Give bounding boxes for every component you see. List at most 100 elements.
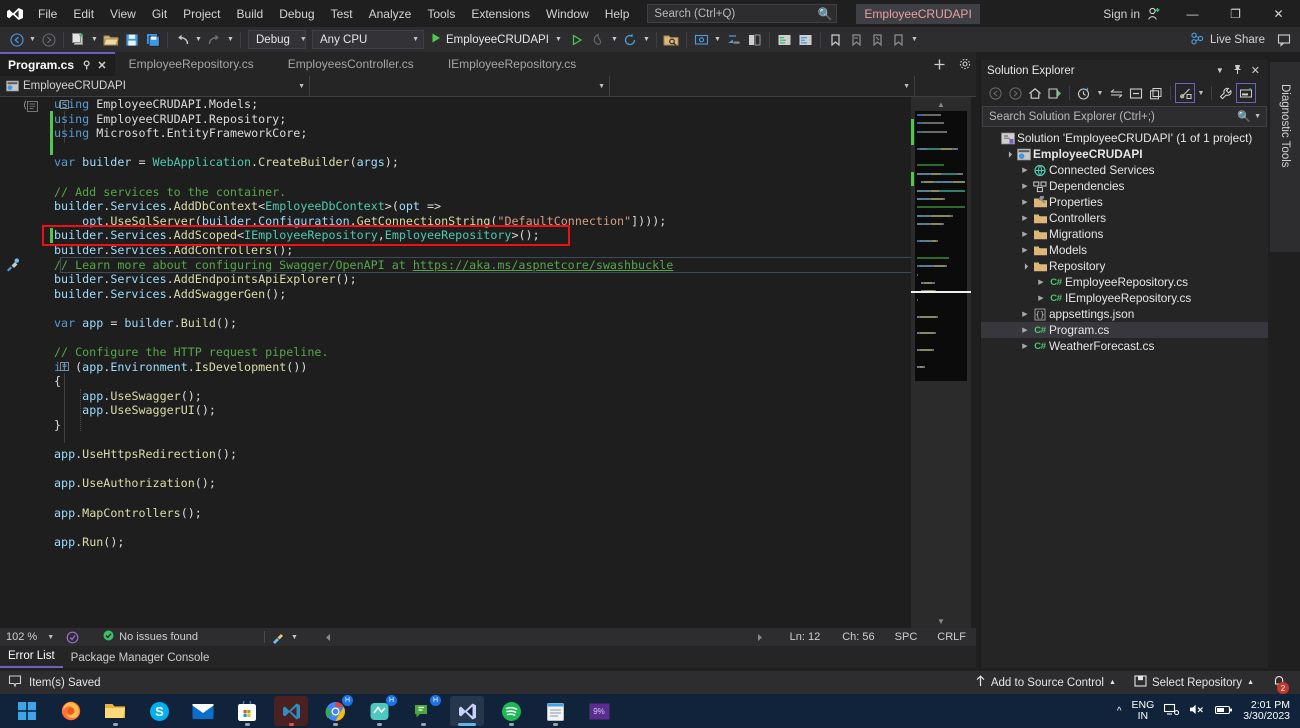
menu-build[interactable]: Build: [229, 2, 272, 26]
tree-node-program-cs[interactable]: ▶ C# Program.cs: [981, 322, 1268, 338]
navbar-member-combo[interactable]: ▼: [610, 76, 915, 96]
intellicode-status-icon[interactable]: [60, 628, 85, 646]
hot-reload-dropdown-icon[interactable]: ▼: [609, 36, 620, 43]
chrome-icon[interactable]: H: [318, 695, 353, 726]
solution-tree[interactable]: Solution 'EmployeeCRUDAPI' (1 of 1 proje…: [981, 127, 1268, 354]
window-minimize-button[interactable]: —: [1171, 0, 1214, 27]
chevron-right-icon[interactable]: ▶: [1019, 198, 1031, 206]
view-properties-icon[interactable]: [1175, 83, 1195, 103]
tree-node-weatherforecast-cs[interactable]: ▶ C# WeatherForecast.cs: [981, 338, 1268, 354]
undo-dropdown-icon[interactable]: ▼: [193, 36, 204, 43]
diagnostic-tools-tab[interactable]: Diagnostic Tools: [1270, 62, 1300, 252]
redo-icon[interactable]: [204, 29, 225, 50]
save-all-icon[interactable]: [142, 29, 163, 50]
add-tab-icon[interactable]: [924, 58, 954, 71]
chevron-down-icon[interactable]: ◢: [1002, 147, 1015, 160]
tree-node-controllers[interactable]: ▶ Controllers: [981, 210, 1268, 226]
add-to-source-control-button[interactable]: Add to Source Control ▲: [969, 671, 1122, 694]
app-icon[interactable]: 9%: [582, 696, 616, 726]
nav-back-icon[interactable]: [985, 83, 1005, 103]
undo-icon[interactable]: [172, 29, 193, 50]
pending-changes-dropdown-icon[interactable]: ▼: [1094, 83, 1106, 103]
nav-forward-icon[interactable]: [1005, 83, 1025, 103]
vscode-icon[interactable]: [274, 696, 308, 726]
menu-debug[interactable]: Debug: [271, 2, 322, 26]
chevron-right-icon[interactable]: ▶: [1019, 182, 1031, 190]
network-icon[interactable]: [1164, 703, 1180, 719]
teams-personal-icon[interactable]: H: [362, 695, 397, 726]
menu-window[interactable]: Window: [538, 2, 597, 26]
firefox-icon[interactable]: [54, 696, 88, 726]
skype-icon[interactable]: S: [142, 696, 176, 726]
live-preview-dropdown-icon[interactable]: ▼: [712, 36, 723, 43]
platform-combo[interactable]: Any CPU ▼: [312, 30, 424, 49]
mail-icon[interactable]: [186, 696, 220, 726]
solution-explorer-search[interactable]: 🔍 ▼: [982, 106, 1267, 127]
redo-dropdown-icon[interactable]: ▼: [225, 36, 236, 43]
start-icon[interactable]: [10, 696, 44, 726]
navbar-project-combo[interactable]: EmployeeCRUDAPI ▼: [0, 76, 310, 96]
tree-node-properties[interactable]: ▶ Properties: [981, 194, 1268, 210]
dock-tab-error-list[interactable]: Error List: [0, 648, 63, 668]
quick-actions-icon[interactable]: [4, 257, 20, 278]
pin-icon[interactable]: ⚲: [83, 60, 90, 71]
live-preview-icon[interactable]: [691, 29, 712, 50]
tab-settings-icon[interactable]: [954, 58, 976, 70]
tab-employee-repository-cs[interactable]: EmployeeRepository.cs: [114, 52, 272, 76]
zoom-level-combo[interactable]: 102 % ▼: [0, 628, 60, 646]
pending-changes-filter-icon[interactable]: [1045, 83, 1065, 103]
tab-employees-controller-cs[interactable]: EmployeesController.cs: [271, 52, 432, 76]
window-close-button[interactable]: ✕: [1257, 0, 1300, 27]
whatsapp-icon[interactable]: H: [406, 695, 441, 726]
account-add-icon[interactable]: [1147, 7, 1161, 21]
properties-wrench-icon[interactable]: [1216, 83, 1236, 103]
comment-selection-icon[interactable]: [774, 29, 795, 50]
run-target-dropdown-icon[interactable]: ▼: [553, 36, 564, 43]
panel-menu-icon[interactable]: ▼: [1212, 66, 1228, 75]
tree-node-migrations[interactable]: ▶ Migrations: [981, 226, 1268, 242]
next-bookmark-icon[interactable]: [867, 29, 888, 50]
battery-icon[interactable]: [1215, 704, 1233, 719]
preview-selected-items-icon[interactable]: [1236, 83, 1256, 103]
tab-iemployee-repository-cs[interactable]: IEmployeeRepository.cs: [431, 52, 595, 76]
restart-dropdown-icon[interactable]: ▼: [641, 36, 652, 43]
previous-bookmark-icon[interactable]: [846, 29, 867, 50]
clear-bookmarks-icon[interactable]: [888, 29, 909, 50]
close-icon[interactable]: ✕: [97, 59, 106, 72]
live-share-button[interactable]: Live Share: [1182, 29, 1273, 51]
chevron-right-icon[interactable]: ▶: [1035, 278, 1047, 286]
save-file-icon[interactable]: [121, 29, 142, 50]
toolbar-overflow-icon[interactable]: ▼: [909, 36, 920, 43]
new-project-dropdown-icon[interactable]: ▼: [89, 36, 100, 43]
tree-node-appsettings-json[interactable]: ▶ {} appsettings.json: [981, 306, 1268, 322]
chevron-right-icon[interactable]: ▶: [1019, 166, 1031, 174]
menu-test[interactable]: Test: [323, 2, 361, 26]
scroll-down-icon[interactable]: ▼: [911, 614, 971, 628]
dock-tab-package-manager-console[interactable]: Package Manager Console: [63, 650, 218, 668]
configuration-combo[interactable]: Debug ▼: [248, 30, 307, 49]
chevron-right-icon[interactable]: ▶: [1019, 310, 1031, 318]
scroll-right-icon[interactable]: [749, 628, 770, 646]
feedback-icon[interactable]: [1273, 29, 1294, 50]
menu-git[interactable]: Git: [144, 2, 175, 26]
tree-node-employeerepository-cs[interactable]: ▶ C# EmployeeRepository.cs: [981, 274, 1268, 290]
sign-in-button[interactable]: Sign in: [1098, 7, 1145, 21]
close-icon[interactable]: ✕: [1247, 64, 1264, 77]
tree-node-repository[interactable]: ◢ Repository: [981, 258, 1268, 274]
tab-program-cs[interactable]: Program.cs ⚲ ✕: [0, 52, 115, 76]
scroll-left-icon[interactable]: [318, 628, 339, 646]
tree-node-models[interactable]: ▶ Models: [981, 242, 1268, 258]
new-project-icon[interactable]: [68, 29, 89, 50]
chevron-right-icon[interactable]: ▶: [1019, 214, 1031, 222]
indentation-indicator[interactable]: SPC: [889, 628, 924, 646]
menu-analyze[interactable]: Analyze: [361, 2, 420, 26]
minimap-viewport-indicator[interactable]: [911, 291, 971, 293]
volume-muted-icon[interactable]: [1189, 703, 1205, 719]
menu-view[interactable]: View: [102, 2, 144, 26]
chevron-right-icon[interactable]: ▶: [1019, 230, 1031, 238]
file-explorer-icon[interactable]: [98, 696, 132, 726]
tree-node-solution-employeecrudapi-1-of-1-project[interactable]: Solution 'EmployeeCRUDAPI' (1 of 1 proje…: [981, 130, 1268, 146]
open-file-icon[interactable]: [100, 29, 121, 50]
chevron-right-icon[interactable]: ▶: [1019, 246, 1031, 254]
navigate-backward-icon[interactable]: [6, 29, 27, 50]
